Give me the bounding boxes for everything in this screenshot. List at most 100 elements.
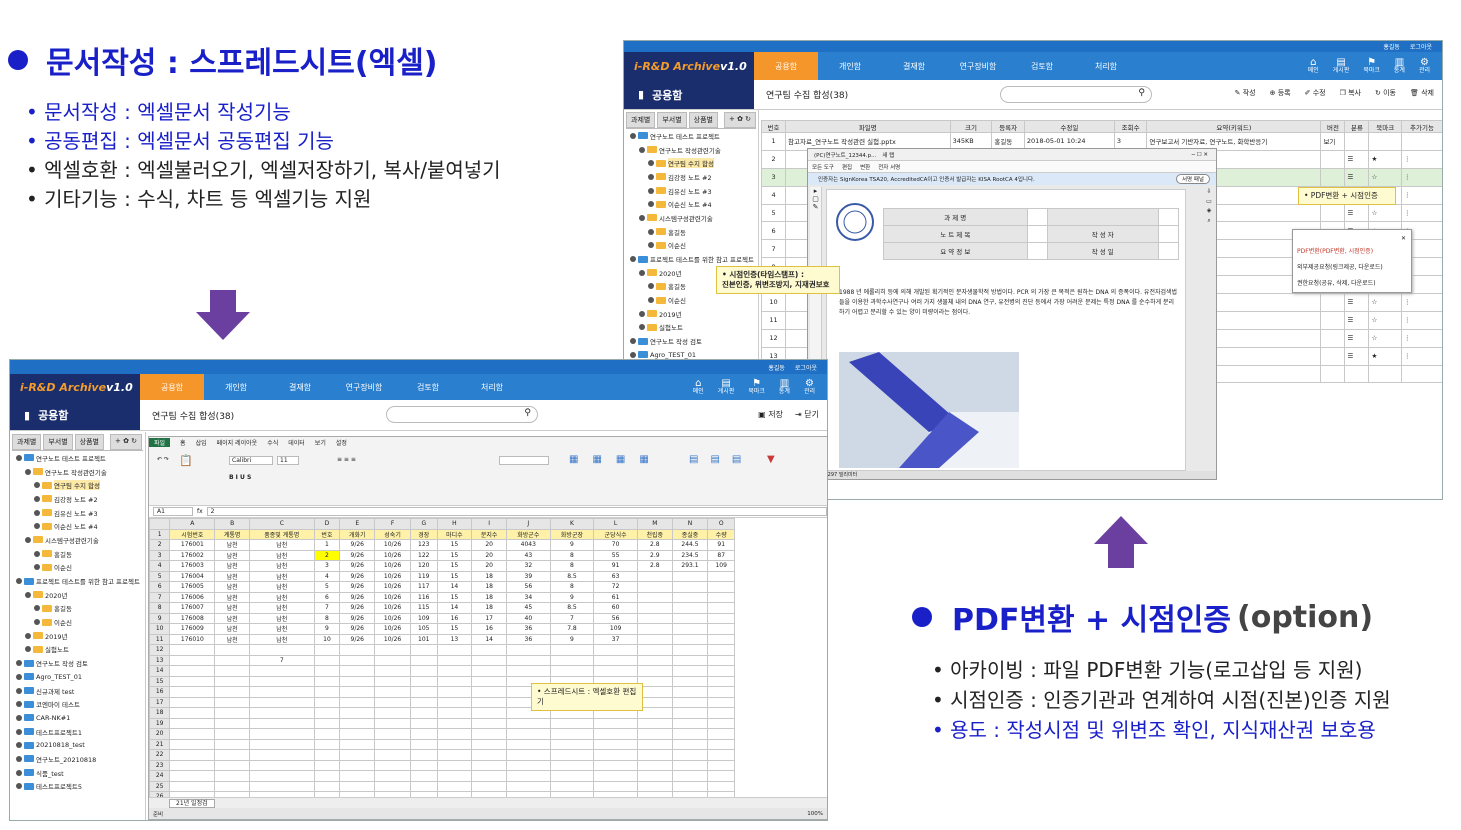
sheet-cell[interactable]: 16 <box>148 686 171 698</box>
sheet-cell[interactable] <box>339 738 376 750</box>
sheet-cell[interactable] <box>436 780 473 792</box>
sheet-cell[interactable]: 2.9 <box>636 549 673 561</box>
sheet-cell[interactable] <box>374 644 412 656</box>
sheet-cell[interactable] <box>313 696 341 708</box>
tree-item[interactable]: CAR-NK#1 <box>12 711 143 725</box>
sheet-cell[interactable]: 11 <box>148 633 171 645</box>
sheet-cell[interactable]: 60 <box>593 602 638 614</box>
tree-item[interactable]: 김유신 노트 #3 <box>12 506 143 520</box>
sheet-cell[interactable]: 9/26 <box>339 570 376 582</box>
sheet-cell[interactable] <box>593 644 638 656</box>
sheet-cell[interactable] <box>169 654 216 666</box>
column-letter[interactable]: E <box>339 518 376 530</box>
sheet-cell[interactable] <box>313 728 341 740</box>
sheet-cell[interactable]: 15 <box>436 539 473 551</box>
tree-item[interactable]: 시스템구성관련기술 <box>626 211 756 225</box>
sheet-cell[interactable] <box>169 707 216 719</box>
sheet-cell[interactable]: 56 <box>593 612 638 624</box>
sheet-cell[interactable] <box>593 717 638 729</box>
sheet-cell[interactable] <box>549 738 595 750</box>
font-size-select[interactable]: 11 <box>277 456 299 465</box>
nav-tab[interactable]: 처리함 <box>460 374 524 400</box>
sheet-cell[interactable] <box>374 759 412 771</box>
header-cell[interactable]: 화방군장 <box>549 528 595 540</box>
sheet-cell[interactable]: 남천 <box>249 591 315 603</box>
sheet-cell[interactable] <box>593 780 638 792</box>
sheet-cell[interactable]: 115 <box>410 602 438 614</box>
sheet-cell[interactable] <box>671 570 709 582</box>
tree-item[interactable]: 식품_test <box>12 766 143 780</box>
sheet-cell[interactable] <box>313 759 341 771</box>
sheet-cell[interactable] <box>707 612 735 624</box>
formula-bar[interactable]: 2 <box>206 507 827 516</box>
sheet-cell[interactable] <box>249 644 315 656</box>
sheet-cell[interactable]: 18 <box>148 707 171 719</box>
sheet-cell[interactable] <box>410 686 438 698</box>
sheet-cell[interactable]: 10 <box>148 623 171 635</box>
sheet-cell[interactable] <box>374 770 412 782</box>
sheet-cell[interactable] <box>636 780 673 792</box>
sheet-cell[interactable]: 14 <box>148 665 171 677</box>
nav-icon[interactable]: ⌂ 메인 <box>1308 58 1319 74</box>
column-letter[interactable]: F <box>374 518 412 530</box>
sheet-cell[interactable]: 101 <box>410 633 438 645</box>
sheet-cell[interactable]: 91 <box>593 560 638 572</box>
viewer-tool[interactable]: 편집 <box>842 163 852 171</box>
tree-item[interactable]: 김유신 노트 #3 <box>626 184 756 198</box>
sheet-cell[interactable] <box>707 665 735 677</box>
sheet-cell[interactable] <box>436 728 473 740</box>
sheet-cell[interactable]: 9/26 <box>339 612 376 624</box>
sheet-cell[interactable] <box>636 602 673 614</box>
sheet-cell[interactable]: 244.5 <box>671 539 709 551</box>
sheet-cell[interactable] <box>471 770 507 782</box>
nav-tab[interactable]: 개인함 <box>818 52 882 80</box>
action-button[interactable]: ⊕ 등록 <box>1270 88 1291 98</box>
sheet-cell[interactable] <box>436 665 473 677</box>
sheet-cell[interactable] <box>436 707 473 719</box>
sheet-cell[interactable] <box>313 738 341 750</box>
sheet-cell[interactable] <box>549 654 595 666</box>
sheet-cell[interactable]: 2.8 <box>636 560 673 572</box>
sheet-cell[interactable] <box>436 644 473 656</box>
sheet-cell[interactable]: 9 <box>549 539 595 551</box>
sheet-cell[interactable]: 14 <box>436 602 473 614</box>
sheet-cell[interactable] <box>339 770 376 782</box>
sheet-cell[interactable]: 9/26 <box>339 602 376 614</box>
sheet-cell[interactable]: 8.5 <box>549 602 595 614</box>
sheet-cell[interactable]: 39 <box>506 570 551 582</box>
sheet-cell[interactable]: 70 <box>593 539 638 551</box>
column-letter[interactable]: D <box>313 518 341 530</box>
sheet-cell[interactable] <box>506 780 551 792</box>
menu-item[interactable]: PDF변환(PDF변환, 시점인증) <box>1297 244 1407 260</box>
sheet-cell[interactable] <box>707 717 735 729</box>
sheet-cell[interactable] <box>549 770 595 782</box>
sheet-cell[interactable] <box>410 780 438 792</box>
sheet-cell[interactable] <box>410 759 438 771</box>
sheet-cell[interactable]: 남천 <box>214 539 251 551</box>
sheet-cell[interactable]: 남천 <box>249 581 315 593</box>
sheet-cell[interactable]: 9 <box>549 633 595 645</box>
action-button[interactable]: 🗑 삭제 <box>1410 88 1434 98</box>
sheet-cell[interactable]: 18 <box>471 581 507 593</box>
save-button[interactable]: ▣ 저장 <box>758 409 783 420</box>
tree-item[interactable]: 연구노트 작성 검토 <box>626 334 756 348</box>
sheet-cell[interactable] <box>671 602 709 614</box>
tree-item[interactable]: 연구팀 수지 합성 <box>626 156 756 170</box>
sheet-cell[interactable]: 25 <box>148 780 171 792</box>
nav-tab[interactable]: 연구장비함 <box>332 374 396 400</box>
tree-item[interactable]: 연구노트 작성관련기술 <box>626 143 756 157</box>
sheet-cell[interactable]: 10/26 <box>374 581 412 593</box>
sheet-cell[interactable] <box>410 717 438 729</box>
sheet-cell[interactable] <box>410 770 438 782</box>
sheet-cell[interactable] <box>410 675 438 687</box>
menu-item[interactable]: 외부제공요청(링크제공, 다운로드) <box>1297 260 1407 276</box>
sheet-cell[interactable]: 63 <box>593 570 638 582</box>
sheet-cell[interactable] <box>593 770 638 782</box>
sheet-cell[interactable] <box>339 717 376 729</box>
header-cell[interactable]: 시험번호 <box>169 528 216 540</box>
sheet-cell[interactable] <box>636 570 673 582</box>
sheet-cell[interactable]: 105 <box>410 623 438 635</box>
sheet-cell[interactable] <box>339 707 376 719</box>
sheet-cell[interactable] <box>671 675 709 687</box>
viewer-tool[interactable]: 전자 서명 <box>878 163 900 171</box>
